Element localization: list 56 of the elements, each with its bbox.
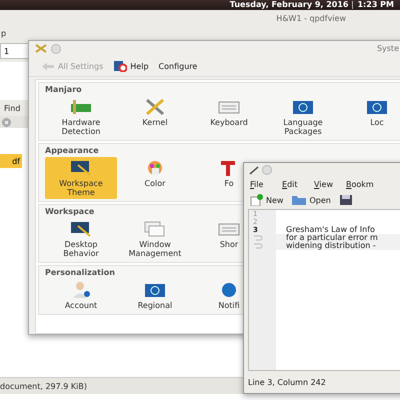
settings-module[interactable]: Kernel [138, 96, 172, 129]
back-arrow-icon [41, 62, 55, 70]
settings-module[interactable]: Desktop Behavior [45, 218, 117, 260]
toolbar-button[interactable]: Open [291, 194, 331, 206]
windows-icon [144, 220, 166, 238]
settings-module[interactable]: Fo [214, 157, 244, 190]
folder-icon [291, 194, 308, 206]
window-button[interactable] [262, 165, 272, 175]
menu-item[interactable]: View [314, 180, 346, 188]
settings-module[interactable]: Color [140, 157, 170, 190]
pen-icon [249, 166, 259, 174]
toolbar-button[interactable]: Configure [158, 62, 198, 70]
window-title: Syste [376, 44, 399, 53]
status-text: document, 297.9 KiB) [0, 382, 87, 390]
settings-module[interactable]: Language Packages [267, 96, 339, 138]
settings-module[interactable]: Window Management [119, 218, 191, 260]
search-result[interactable]: df [0, 154, 22, 168]
page-number-field[interactable]: 1 [0, 43, 29, 59]
settings-module[interactable]: Hardware Detection [45, 96, 117, 138]
menu-item[interactable]: p [1, 28, 6, 38]
globe-flag-icon [144, 281, 166, 299]
settings-module[interactable]: Keyboard [206, 96, 252, 129]
tools-icon [35, 44, 47, 53]
settings-module[interactable]: Workspace Theme [45, 157, 117, 199]
wrench-screwdriver-icon [144, 98, 166, 116]
menu-item[interactable]: File [250, 180, 282, 188]
menu-item[interactable]: Bookm [346, 180, 378, 188]
window-title: H&W1 - qpdfview [276, 14, 346, 22]
settings-module[interactable]: Account [60, 279, 102, 312]
circuit-board-icon [70, 98, 92, 116]
section-title: Appearance [45, 146, 99, 155]
section-title: Manjaro [45, 85, 82, 94]
status-text: Line 3, Column 242 [247, 376, 327, 388]
globe-flag-icon [292, 98, 314, 116]
window-button[interactable] [51, 44, 61, 54]
new-document-icon [250, 194, 264, 206]
find-label: Find [4, 104, 20, 112]
user-icon [70, 281, 92, 299]
section-title: Personalization [45, 268, 115, 277]
settings-module[interactable]: Regional [134, 279, 176, 312]
toolbar-button[interactable]: New [250, 194, 284, 206]
settings-module[interactable]: Loc [362, 96, 392, 129]
monitor-brush-icon [70, 159, 92, 177]
save-icon [338, 194, 353, 206]
toolbar-button[interactable]: Help [113, 60, 149, 72]
menu-item[interactable]: Edit [282, 180, 314, 188]
text-line: Gresham's Law of Info [285, 226, 376, 234]
close-icon[interactable] [2, 118, 11, 126]
settings-module[interactable]: Shor [214, 218, 244, 251]
monitor-brush-icon [70, 220, 92, 238]
clock-text: 1:23 PM [357, 0, 394, 10]
section-title: Workspace [45, 207, 94, 216]
date-text: Tuesday, February 9, 2016 [230, 0, 348, 10]
globe-flag-icon [366, 98, 388, 116]
help-book-icon [113, 60, 128, 72]
settings-module[interactable]: Notifi [214, 279, 244, 312]
